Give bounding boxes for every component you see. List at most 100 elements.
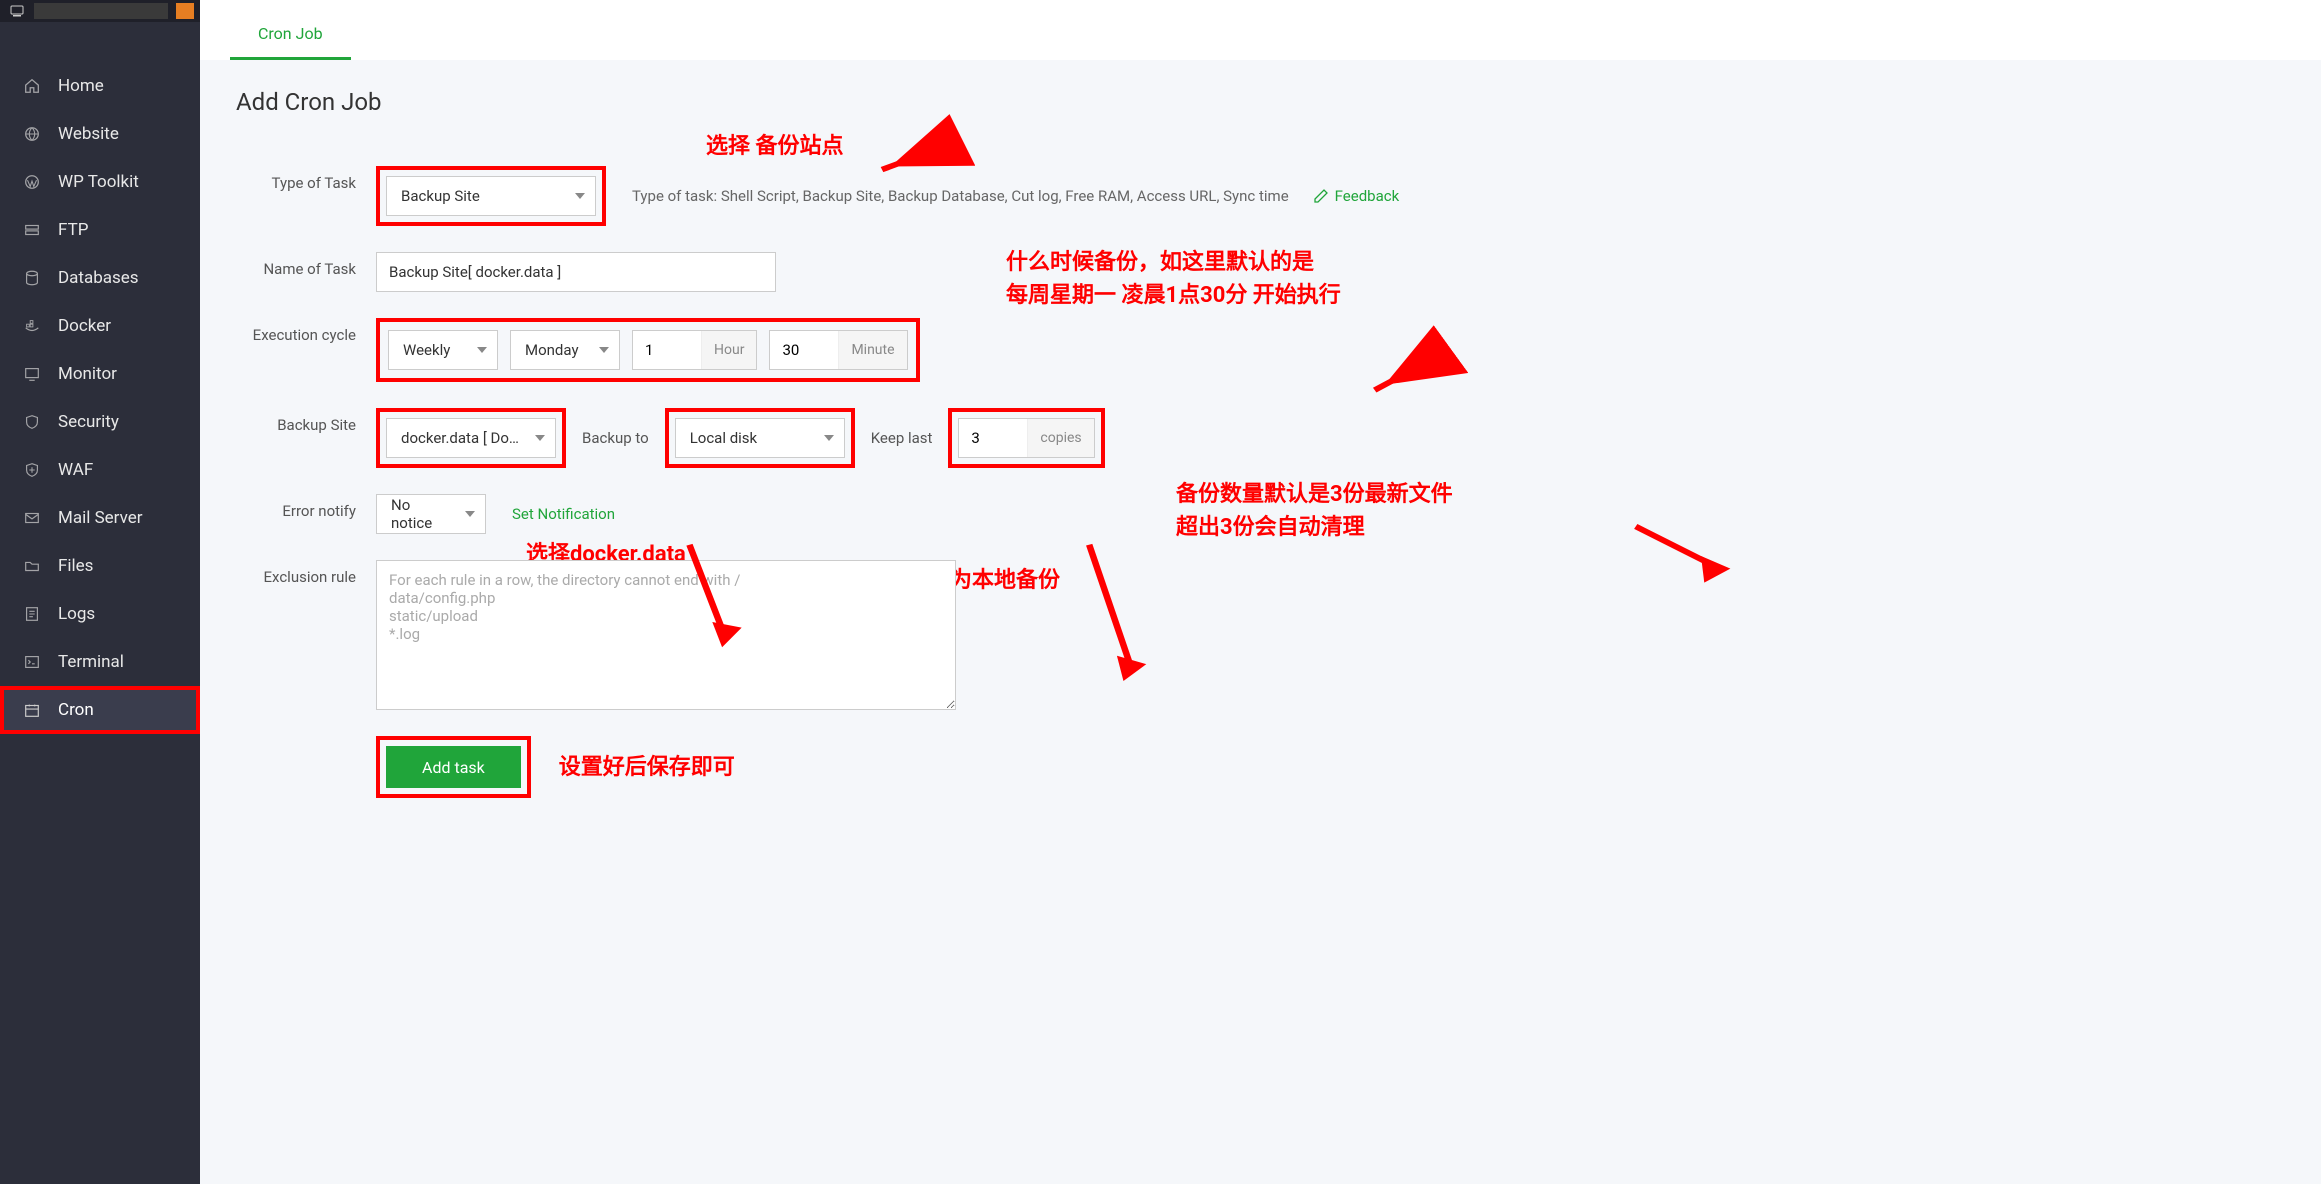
sidebar-item-website[interactable]: Website [0,110,200,158]
chevron-down-icon [575,193,585,199]
row-add-task: Add task 设置好后保存即可 [236,736,2285,798]
select-period[interactable]: Weekly [388,330,498,370]
sidebar-item-label: WAF [58,460,93,480]
select-backup-to[interactable]: Local disk [675,418,845,458]
label-backup-site: Backup Site [236,408,376,434]
folder-icon [22,556,42,576]
tab-cronjob[interactable]: Cron Job [230,10,351,60]
ftp-icon [22,220,42,240]
tabbar: Cron Job [200,0,2321,60]
sidebar-item-waf[interactable]: WAF [0,446,200,494]
sidebar-item-cron[interactable]: Cron [0,686,200,734]
row-type-of-task: Type of Task Backup Site Type of task: S… [236,166,2285,226]
input-minute-group: Minute [769,330,907,370]
sidebar-item-label: Databases [58,268,139,288]
chevron-down-icon [535,435,545,441]
sidebar-item-terminal[interactable]: Terminal [0,638,200,686]
select-error-notify[interactable]: No notice [376,494,486,534]
input-keep-last[interactable] [959,419,1027,457]
sidebar-item-label: Home [58,76,104,96]
computer-icon [10,5,26,17]
header-spacer [34,3,168,19]
suffix-hour: Hour [701,331,756,369]
sidebar-item-monitor[interactable]: Monitor [0,350,200,398]
row-exclusion: Exclusion rule [236,560,2285,710]
label-backup-to: Backup to [578,429,653,447]
sidebar-item-home[interactable]: Home [0,62,200,110]
select-type-value: Backup Site [401,187,480,205]
annotation-text-copies: 备份数量默认是3份最新文件超出3份会自动清理 [1176,478,1453,544]
select-backup-site-value: docker.data [ Dock... [401,429,525,447]
textarea-exclusion[interactable] [376,560,956,710]
annotation-text-when: 什么时候备份，如这里默认的是每周星期一 凌晨1点30分 开始执行 [1006,246,1341,312]
main: Cron Job Add Cron Job 选择 备份站点 Type of Ta… [200,0,2321,1184]
sidebar-menu: Home Website WP ToolkitFTP Databases Docker M… [0,22,200,734]
content: Add Cron Job 选择 备份站点 Type of Task Backup… [200,60,2321,1184]
input-keep-last-group: copies [958,418,1094,458]
label-type-of-task: Type of Task [236,166,376,192]
sidebar-item-label: Website [58,124,119,144]
select-day-value: Monday [525,341,579,359]
input-minute[interactable] [770,331,838,369]
type-help-text: Type of task: Shell Script, Backup Site,… [632,187,1289,205]
sidebar-item-security[interactable]: Security [0,398,200,446]
chevron-down-icon [599,347,609,353]
sidebar-item-ftp[interactable]: FTP [0,206,200,254]
highlight-exec-cycle: Weekly Monday Hour Minute [376,318,920,382]
add-task-button[interactable]: Add task [386,746,521,788]
label-exclusion: Exclusion rule [236,560,376,586]
shield-icon [22,412,42,432]
waf-icon [22,460,42,480]
select-backup-site[interactable]: docker.data [ Dock... [386,418,556,458]
select-day[interactable]: Monday [510,330,620,370]
chevron-down-icon [824,435,834,441]
row-backup-site: Backup Site docker.data [ Dock... Backup… [236,408,2285,468]
chevron-down-icon [477,347,487,353]
db-icon [22,268,42,288]
annotation-text-type: 选择 备份站点 [706,130,843,163]
header-badge [176,3,194,19]
annotation-text-save: 设置好后保存即可 [559,751,735,784]
terminal-icon [22,652,42,672]
row-name-of-task: Name of Task 什么时候备份，如这里默认的是每周星期一 凌晨1点30分… [236,252,2285,292]
sidebar-item-wp-toolkit[interactable]: WP Toolkit [0,158,200,206]
highlight-type-of-task: Backup Site [376,166,606,226]
set-notification-link[interactable]: Set Notification [512,505,615,523]
sidebar-item-files[interactable]: Files [0,542,200,590]
highlight-add-task: Add task [376,736,531,798]
logs-icon [22,604,42,624]
highlight-backup-site: docker.data [ Dock... [376,408,566,468]
sidebar-item-label: Terminal [58,652,124,672]
highlight-keep-last: copies [948,408,1104,468]
page-title: Add Cron Job [236,88,2285,116]
label-name-of-task: Name of Task [236,252,376,278]
highlight-backup-to: Local disk [665,408,855,468]
sidebar-item-mail-server[interactable]: Mail Server [0,494,200,542]
select-error-notify-value: No notice [391,496,455,532]
sidebar-item-label: Security [58,412,119,432]
label-keep-last: Keep last [867,429,937,447]
wp-icon [22,172,42,192]
select-type-of-task[interactable]: Backup Site [386,176,596,216]
suffix-minute: Minute [838,331,906,369]
input-name-of-task[interactable] [376,252,776,292]
input-hour-group: Hour [632,330,757,370]
docker-icon [22,316,42,336]
feedback-link[interactable]: Feedback [1335,187,1400,205]
input-hour[interactable] [633,331,701,369]
cron-icon [22,700,42,720]
sidebar-item-label: Docker [58,316,111,336]
sidebar-header [0,0,200,22]
sidebar-item-docker[interactable]: Docker [0,302,200,350]
select-period-value: Weekly [403,341,450,359]
sidebar-item-logs[interactable]: Logs [0,590,200,638]
row-error-notify: Error notify No notice Set Notification … [236,494,2285,534]
sidebar-item-label: Cron [58,700,94,720]
sidebar-item-label: Logs [58,604,95,624]
suffix-copies: copies [1027,419,1093,457]
sidebar-item-databases[interactable]: Databases [0,254,200,302]
edit-icon [1313,188,1329,204]
row-exec-cycle: Execution cycle Weekly Monday Hour [236,318,2285,382]
globe-icon [22,124,42,144]
chevron-down-icon [465,511,475,517]
